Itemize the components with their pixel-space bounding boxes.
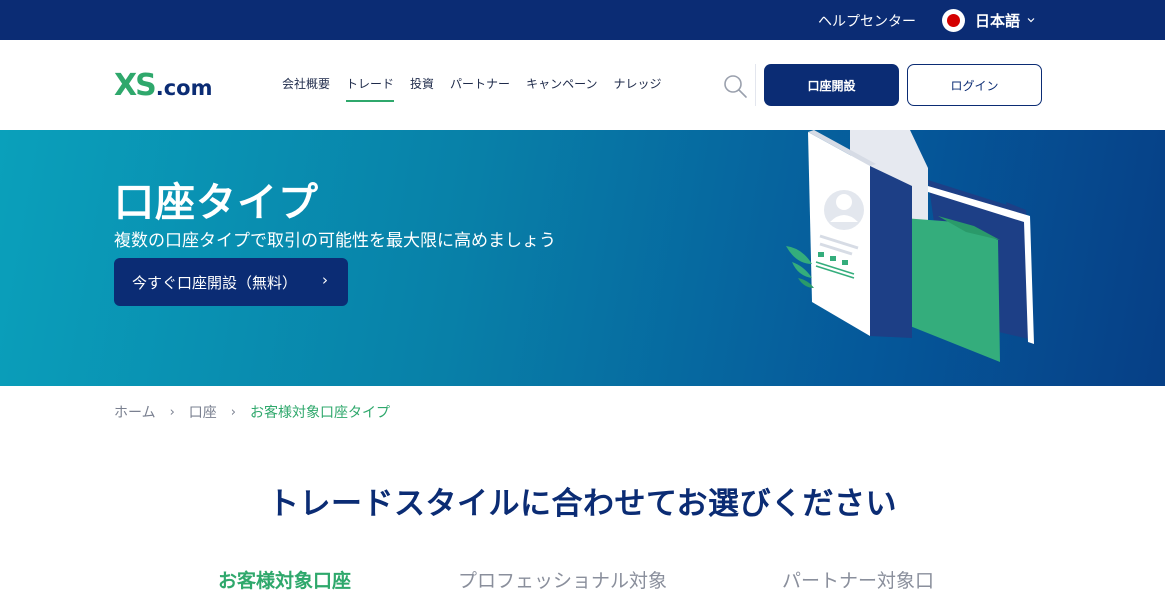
- nav-item-company[interactable]: 会社概要: [282, 75, 330, 102]
- breadcrumb-account[interactable]: 口座: [189, 402, 217, 422]
- logo-mark: XS: [114, 68, 157, 103]
- open-account-free-button[interactable]: 今すぐ口座開設（無料） ›: [114, 258, 348, 306]
- nav-item-campaign[interactable]: キャンペーン: [526, 75, 597, 102]
- language-selector[interactable]: 日本語: [942, 8, 1036, 32]
- breadcrumb-current: お客様対象口座タイプ: [250, 405, 390, 421]
- main-header: XS .com 会社概要 トレード 投資 パートナー キャンペーン ナレッジ 口…: [0, 40, 1165, 130]
- nav-item-invest[interactable]: 投資: [410, 75, 434, 102]
- search-icon[interactable]: [722, 73, 748, 99]
- top-utility-bar: ヘルプセンター 日本語: [0, 0, 1165, 40]
- chevron-right-icon: ›: [169, 404, 175, 420]
- tab-partner-accounts[interactable]: パートナー対象口: [782, 566, 934, 593]
- breadcrumb: ホーム › 口座 › お客様対象口座タイプ: [114, 402, 390, 422]
- nav-item-partner[interactable]: パートナー: [450, 75, 510, 102]
- site-logo[interactable]: XS .com: [114, 69, 213, 103]
- account-documents-illustration: [786, 130, 1034, 362]
- chevron-down-icon: [1027, 18, 1035, 23]
- nav-item-knowledge[interactable]: ナレッジ: [613, 75, 661, 102]
- breadcrumb-home[interactable]: ホーム: [114, 402, 156, 422]
- logo-suffix: .com: [155, 76, 213, 100]
- open-account-button[interactable]: 口座開設: [764, 64, 899, 106]
- hero-subtitle: 複数の口座タイプで取引の可能性を最大限に高めましょう: [114, 231, 556, 251]
- header-divider: [755, 64, 756, 106]
- tab-retail-accounts[interactable]: お客様対象口座: [218, 566, 351, 593]
- japan-flag-icon: [942, 8, 965, 32]
- chevron-right-icon: ›: [230, 404, 236, 420]
- main-nav: 会社概要 トレード 投資 パートナー キャンペーン ナレッジ: [282, 75, 661, 102]
- hero-banner: 口座タイプ 複数の口座タイプで取引の可能性を最大限に高めましょう 今すぐ口座開設…: [0, 130, 1165, 386]
- hero-title: 口座タイプ: [114, 180, 319, 226]
- nav-item-trade[interactable]: トレード: [346, 75, 395, 102]
- login-button[interactable]: ログイン: [907, 64, 1042, 106]
- chevron-right-icon: ›: [322, 271, 328, 289]
- account-type-tabs: お客様対象口座 プロフェッショナル対象 パートナー対象口: [0, 566, 1165, 594]
- language-label: 日本語: [975, 11, 1021, 30]
- section-title: トレードスタイルに合わせてお選びください: [267, 486, 898, 522]
- hero-cta-label: 今すぐ口座開設（無料）: [132, 273, 298, 292]
- tab-professional-accounts[interactable]: プロフェッショナル対象: [458, 566, 667, 593]
- help-center-link[interactable]: ヘルプセンター: [818, 11, 916, 31]
